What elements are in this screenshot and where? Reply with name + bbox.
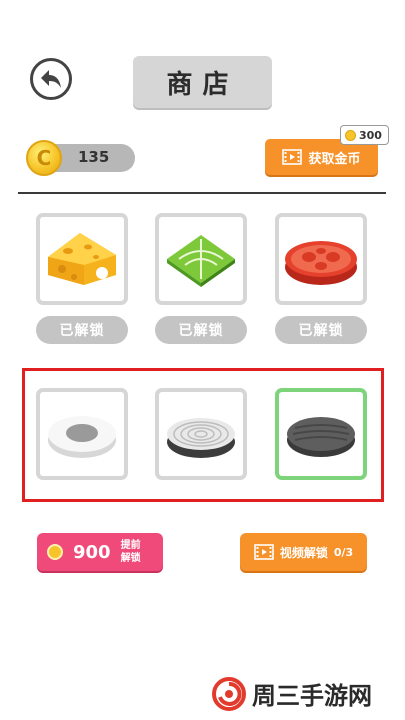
unlock-early-button[interactable]: 900 提前 解锁 xyxy=(37,533,163,571)
burger-patty-icon xyxy=(287,417,355,457)
get-coins-label: 获取金币 xyxy=(308,151,361,167)
unlock-early-label-2: 解锁 xyxy=(120,553,141,564)
watermark-text: 周三手游网 xyxy=(252,682,372,710)
reward-amount: 300 xyxy=(359,128,382,142)
lettuce-icon xyxy=(167,235,235,287)
page-title: 商店 xyxy=(133,56,272,108)
unlock-price: 900 xyxy=(73,541,111,563)
back-button[interactable] xyxy=(30,58,72,100)
video-unlock-button[interactable]: 视频解锁 0/3 xyxy=(240,533,367,571)
item-status-tomato: 已解锁 xyxy=(275,316,367,344)
cheese-icon xyxy=(48,233,116,285)
coin-reward-badge: 300 xyxy=(340,125,389,145)
video-film-icon xyxy=(282,149,303,165)
item-status-cheese: 已解锁 xyxy=(36,316,128,344)
watermark-logo-icon xyxy=(212,676,246,711)
item-card-lettuce[interactable] xyxy=(155,213,247,305)
egg-slice-icon xyxy=(48,416,116,458)
video-unlock-progress: 0/3 xyxy=(333,545,354,559)
item-card-tomato[interactable] xyxy=(275,213,367,305)
item-card-patty[interactable] xyxy=(275,388,367,480)
item-card-cheese[interactable] xyxy=(36,213,128,305)
onion-slice-icon xyxy=(167,418,235,458)
item-card-onion[interactable] xyxy=(155,388,247,480)
coin-icon xyxy=(47,544,63,560)
tomato-slice-icon xyxy=(285,241,357,285)
video-film-icon xyxy=(254,544,274,560)
small-coin-icon xyxy=(345,129,356,141)
coin-icon: C xyxy=(26,140,62,176)
back-arrow-icon xyxy=(41,70,61,88)
coin-count: 135 xyxy=(78,148,110,166)
watermark: 周三手游网 xyxy=(212,676,372,711)
item-status-lettuce: 已解锁 xyxy=(155,316,247,344)
unlock-early-label-1: 提前 xyxy=(120,540,141,551)
video-unlock-label: 视频解锁 xyxy=(279,545,328,560)
divider xyxy=(18,192,386,194)
item-card-egg[interactable] xyxy=(36,388,128,480)
